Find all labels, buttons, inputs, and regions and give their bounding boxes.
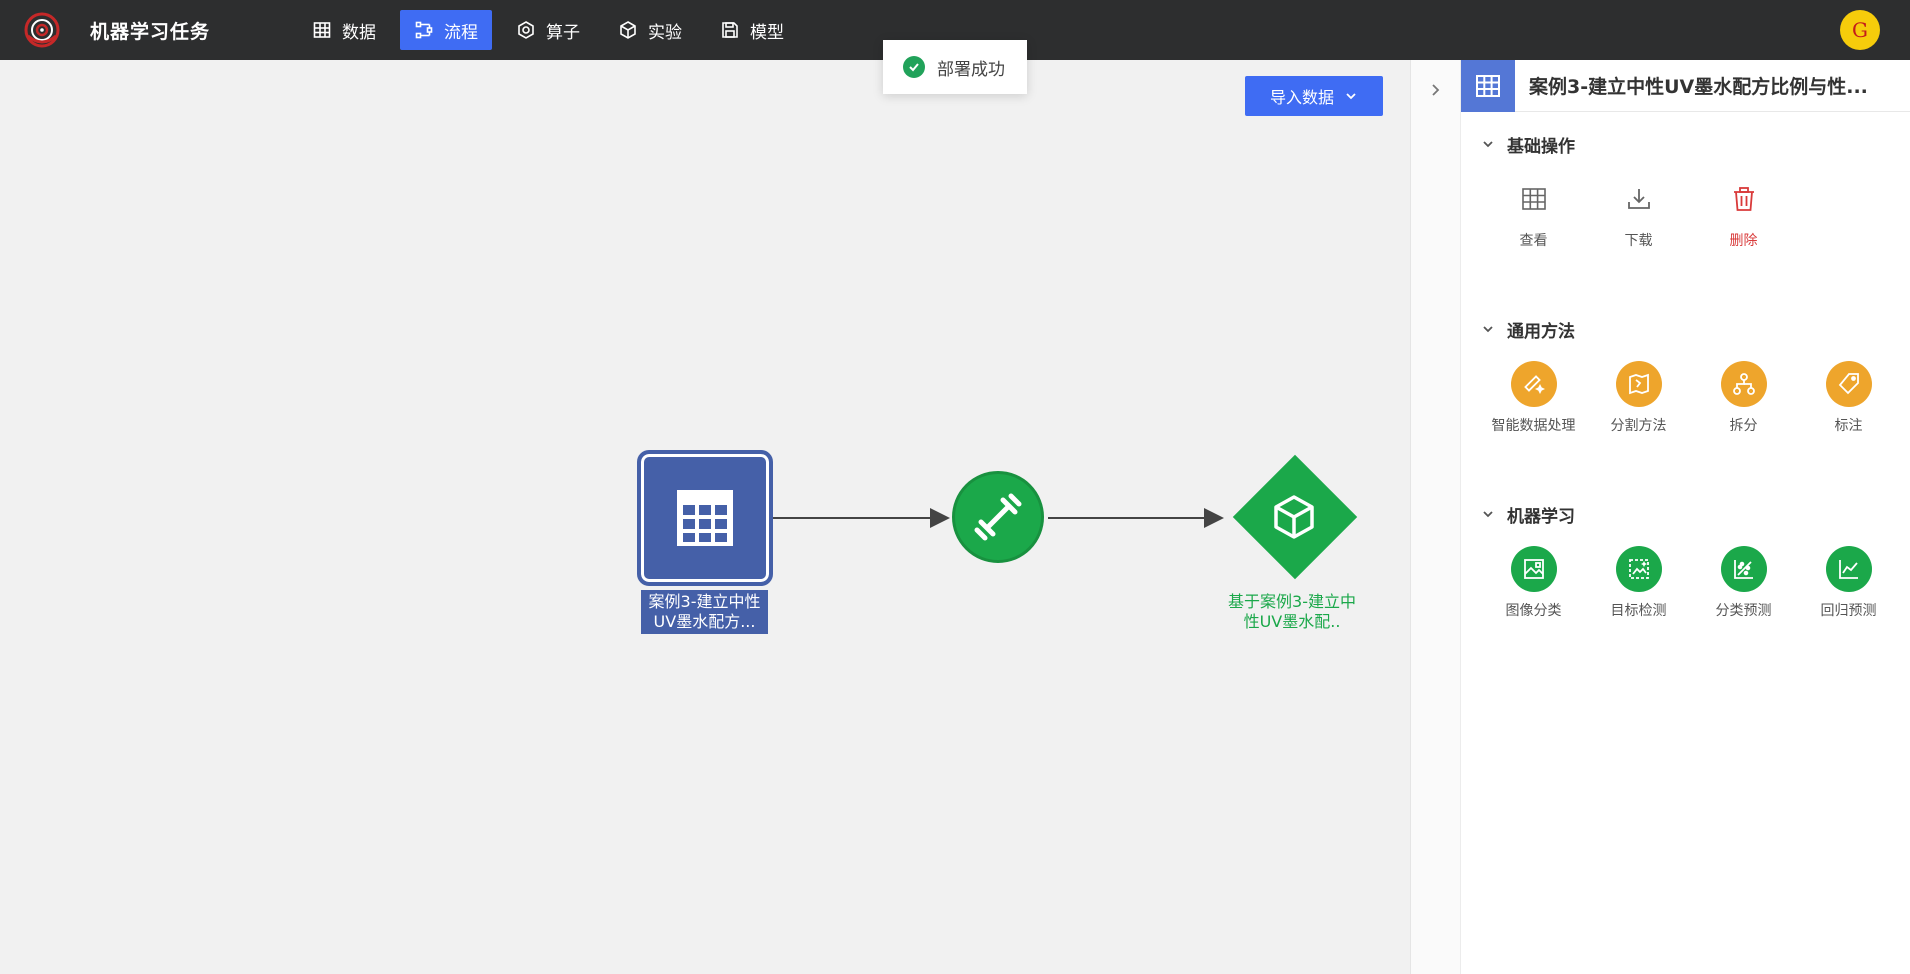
- smart-data-processing-label: 智能数据处理: [1491, 418, 1576, 434]
- ml-items: 图像分类 目标检测 分类预测 回归预测: [1481, 546, 1901, 646]
- annotate-button[interactable]: 标注: [1796, 361, 1901, 435]
- section-basic-header[interactable]: 基础操作: [1481, 132, 1901, 157]
- chevron-down-icon: [1483, 511, 1493, 518]
- split-method-label: 分割方法: [1610, 418, 1667, 434]
- scatter-icon: [1733, 560, 1753, 579]
- section-ml-title: 机器学习: [1507, 506, 1575, 527]
- app-logo-icon: [24, 12, 60, 48]
- object-detection-button[interactable]: 目标检测: [1586, 546, 1691, 620]
- section-basic-title: 基础操作: [1507, 136, 1575, 157]
- panel-header: 案例3-建立中性UV墨水配方比例与性...: [1461, 59, 1910, 112]
- panel-collapse-toggle[interactable]: [1411, 60, 1461, 974]
- table-icon: [677, 490, 733, 546]
- delete-label: 删除: [1729, 233, 1758, 249]
- smart-data-processing-button[interactable]: 智能数据处理: [1481, 361, 1586, 435]
- classification-prediction-label: 分类预测: [1715, 603, 1772, 619]
- data-node-label: 案例3-建立中性UV墨水配方...: [641, 590, 768, 634]
- image-class-icon: [1523, 559, 1544, 579]
- object-detect-icon: [1628, 559, 1649, 579]
- map-split-icon: [1628, 373, 1649, 395]
- user-avatar[interactable]: G: [1840, 10, 1880, 50]
- flow-icon: [415, 21, 433, 39]
- train-node[interactable]: [952, 471, 1044, 563]
- main-nav: 数据 流程 算子 实验 模型: [298, 10, 808, 50]
- magic-wand-icon: [1523, 375, 1545, 395]
- delete-button[interactable]: 删除: [1691, 176, 1796, 250]
- section-general: 通用方法 智能数据处理 分割方法 拆分 标注: [1481, 317, 1901, 461]
- import-data-label: 导入数据: [1269, 88, 1334, 107]
- nav-flow[interactable]: 流程: [400, 10, 492, 50]
- chevron-down-icon: [1483, 141, 1493, 148]
- tag-icon: [1838, 373, 1859, 395]
- download-button[interactable]: 下载: [1586, 176, 1691, 250]
- annotate-label: 标注: [1834, 418, 1863, 434]
- view-button[interactable]: 查看: [1481, 176, 1586, 250]
- view-label: 查看: [1519, 233, 1548, 249]
- split-method-button[interactable]: 分割方法: [1586, 361, 1691, 435]
- nav-flow-label: 流程: [444, 22, 478, 43]
- table-icon: [1461, 59, 1515, 112]
- hierarchy-icon: [1732, 373, 1755, 395]
- section-ml-header[interactable]: 机器学习: [1481, 502, 1901, 527]
- nav-model-label: 模型: [750, 22, 784, 43]
- panel-title: 案例3-建立中性UV墨水配方比例与性...: [1529, 76, 1868, 98]
- download-icon: [1627, 189, 1650, 209]
- section-basic: 基础操作 查看 下载 删除: [1481, 132, 1901, 276]
- split-button[interactable]: 拆分: [1691, 361, 1796, 435]
- cube-icon: [1274, 495, 1314, 539]
- nav-experiment-label: 实验: [648, 22, 682, 43]
- nav-data[interactable]: 数据: [298, 10, 390, 50]
- line-chart-icon: [1838, 560, 1858, 579]
- model-node-label: 基于案例3-建立中性UV墨水配..: [1228, 592, 1356, 631]
- success-toast: 部署成功: [883, 40, 1027, 94]
- chevron-right-icon: [1432, 84, 1440, 96]
- section-ml: 机器学习 图像分类 目标检测 分类预测 回归预测: [1481, 502, 1901, 646]
- object-detection-label: 目标检测: [1610, 603, 1667, 619]
- nav-operator[interactable]: 算子: [502, 10, 594, 50]
- import-data-button[interactable]: 导入数据: [1245, 76, 1383, 116]
- image-classification-label: 图像分类: [1505, 603, 1562, 619]
- data-node[interactable]: [637, 450, 773, 586]
- table-icon: [1521, 188, 1546, 210]
- hexagon-icon: [518, 21, 534, 39]
- regression-prediction-label: 回归预测: [1820, 603, 1877, 619]
- save-icon: [722, 22, 738, 38]
- chevron-down-icon: [1483, 326, 1493, 333]
- regression-prediction-button[interactable]: 回归预测: [1796, 546, 1901, 620]
- dumbbell-icon: [974, 493, 1022, 541]
- trash-icon: [1733, 187, 1754, 211]
- basic-items: 查看 下载 删除: [1481, 176, 1901, 276]
- toast-message: 部署成功: [937, 59, 1005, 80]
- classification-prediction-button[interactable]: 分类预测: [1691, 546, 1796, 620]
- table-icon: [313, 22, 331, 38]
- general-items: 智能数据处理 分割方法 拆分 标注: [1481, 361, 1901, 461]
- nav-data-label: 数据: [342, 22, 376, 43]
- flow-canvas[interactable]: 导入数据 案例3-建立中性UV墨水配方... 基于案例3-建立中性UV墨水配..…: [0, 40, 1410, 974]
- properties-panel: 案例3-建立中性UV墨水配方比例与性... 基础操作 查看 下载 删除 通用方法…: [1410, 59, 1910, 974]
- nav-operator-label: 算子: [546, 22, 580, 43]
- app-title: 机器学习任务: [90, 21, 211, 43]
- nav-model[interactable]: 模型: [706, 10, 798, 50]
- chevron-down-icon: [1346, 93, 1356, 100]
- cube-icon: [620, 21, 636, 39]
- split-label: 拆分: [1729, 418, 1758, 434]
- nav-experiment[interactable]: 实验: [604, 10, 696, 50]
- image-classification-button[interactable]: 图像分类: [1481, 546, 1586, 620]
- download-label: 下载: [1624, 233, 1653, 249]
- section-general-title: 通用方法: [1507, 321, 1575, 342]
- check-circle-icon: [903, 56, 925, 78]
- section-general-header[interactable]: 通用方法: [1481, 317, 1901, 342]
